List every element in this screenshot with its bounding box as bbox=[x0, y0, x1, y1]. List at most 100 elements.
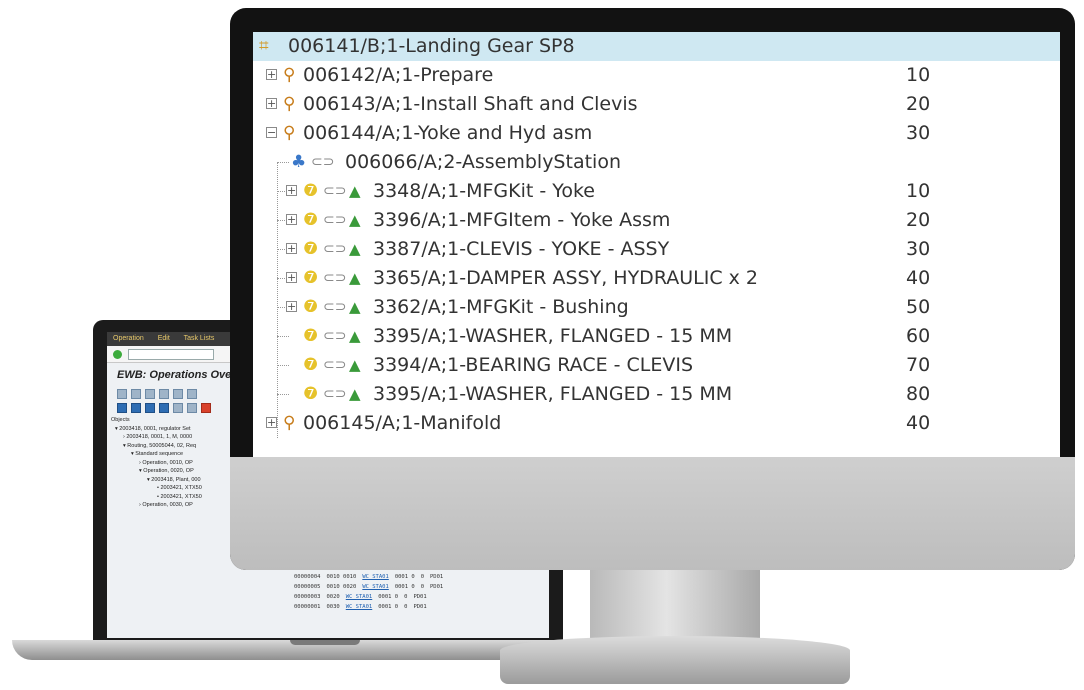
save-icon[interactable] bbox=[173, 389, 183, 399]
tree-row[interactable]: • 2003421, XTX50 bbox=[111, 493, 241, 502]
part-label: 3395/A;1-WASHER, FLANGED - 15 MM bbox=[373, 325, 733, 347]
tree-header: Objects bbox=[111, 417, 130, 423]
expand-icon[interactable]: + bbox=[286, 214, 297, 225]
layout-icon[interactable] bbox=[187, 403, 197, 413]
station-label: 006066/A;2-AssemblyStation bbox=[345, 151, 621, 173]
menu-edit[interactable]: Edit bbox=[158, 335, 170, 342]
tree-part[interactable]: ❼ ⊂⊃ ▲ 3394/A;1-BEARING RACE - CLEVIS 70 bbox=[253, 351, 1060, 380]
revision-triangle-icon: ▲ bbox=[349, 327, 361, 345]
tree-row[interactable]: › 2003418, 0001, 1, M, 0000 bbox=[111, 433, 241, 442]
tree-root[interactable]: ⌗ 006141/B;1-Landing Gear SP8 bbox=[253, 32, 1060, 61]
tree-row[interactable]: ▾ Routing, 50005044, 02, Req bbox=[111, 442, 241, 451]
table-cell: 0020 bbox=[326, 594, 340, 600]
operation-number: 30 bbox=[906, 122, 931, 144]
tree-operation[interactable]: − ⚲ 006144/A;1-Yoke and Hyd asm 30 bbox=[253, 119, 1060, 148]
tree-part[interactable]: + ❼ ⊂⊃ ▲ 3362/A;1-MFGKit - Bushing 50 bbox=[253, 293, 1060, 322]
table-cell: PD01 bbox=[413, 604, 427, 610]
menu-operation[interactable]: Operation bbox=[113, 335, 144, 342]
part-label: 3395/A;1-WASHER, FLANGED - 15 MM bbox=[373, 383, 733, 405]
check-icon[interactable] bbox=[113, 349, 122, 359]
monitor-chin bbox=[230, 457, 1075, 570]
tree-part[interactable]: + ❼ ⊂⊃ ▲ 3348/A;1-MFGKit - Yoke 10 bbox=[253, 177, 1060, 206]
expand-icon[interactable]: + bbox=[286, 272, 297, 283]
part-number: 10 bbox=[906, 180, 931, 202]
monitor-stand-base bbox=[500, 636, 850, 684]
material-icon: ❼ bbox=[303, 355, 319, 375]
table-cell: 0001 0 bbox=[394, 584, 415, 590]
collapse-icon[interactable]: − bbox=[266, 127, 277, 138]
help-icon[interactable] bbox=[201, 403, 211, 413]
revision-triangle-icon: ▲ bbox=[349, 298, 361, 316]
link-icon: ⊂⊃ bbox=[323, 299, 347, 315]
tree-part[interactable]: ❼ ⊂⊃ ▲ 3395/A;1-WASHER, FLANGED - 15 MM 80 bbox=[253, 380, 1060, 409]
filter-icon[interactable] bbox=[173, 403, 183, 413]
table-row[interactable]: 00000001 0030 WC_STA01 0001 0 0 PD01 bbox=[294, 602, 549, 612]
table-row[interactable]: 00000003 0020 WC_STA01 0001 0 0 PD01 bbox=[294, 592, 549, 602]
expand-icon[interactable]: + bbox=[266, 98, 277, 109]
expand-icon[interactable]: + bbox=[286, 243, 297, 254]
tree-operation[interactable]: + ⚲ 006143/A;1-Install Shaft and Clevis … bbox=[253, 90, 1060, 119]
table-cell: PD01 bbox=[430, 584, 444, 590]
table-cell: WC_STA01 bbox=[362, 574, 389, 580]
operation-number: 40 bbox=[906, 412, 931, 434]
command-field[interactable] bbox=[128, 348, 214, 360]
part-label: 3348/A;1-MFGKit - Yoke bbox=[373, 180, 595, 202]
tree-operation[interactable]: + ⚲ 006142/A;1-Prepare 10 bbox=[253, 61, 1060, 90]
delete-icon[interactable] bbox=[159, 389, 169, 399]
table-cell: 00000001 bbox=[294, 604, 321, 610]
expand-icon[interactable] bbox=[117, 403, 127, 413]
expand-icon[interactable]: + bbox=[286, 301, 297, 312]
tree-part[interactable]: + ❼ ⊂⊃ ▲ 3365/A;1-DAMPER ASSY, HYDRAULIC x 2… bbox=[253, 264, 1060, 293]
tree-operation[interactable]: + ⚲ 006145/A;1-Manifold 40 bbox=[253, 409, 1060, 438]
operation-icon: ⚲ bbox=[283, 123, 296, 143]
table-cell: 0010 0010 bbox=[326, 574, 357, 580]
tree-row[interactable]: ▾ 2003418, Plant, 000 bbox=[111, 476, 241, 485]
link-icon: ⊂⊃ bbox=[323, 183, 347, 199]
tree-row[interactable]: › Operation, 0030, OP bbox=[111, 501, 241, 510]
tree-connector bbox=[277, 162, 289, 163]
table-row[interactable]: 00000004 0010 0010 WC_STA01 0001 0 0 PD01 bbox=[294, 572, 549, 582]
material-icon: ❼ bbox=[303, 326, 319, 346]
material-icon: ❼ bbox=[303, 297, 319, 317]
table-cell: 00000003 bbox=[294, 594, 321, 600]
part-label: 3387/A;1-CLEVIS - YOKE - ASSY bbox=[373, 238, 670, 260]
tree-row[interactable]: ▾ Standard sequence bbox=[111, 450, 241, 459]
collapse-icon[interactable] bbox=[131, 403, 141, 413]
expand-icon[interactable]: + bbox=[286, 185, 297, 196]
part-number: 70 bbox=[906, 354, 931, 376]
tree-part[interactable]: + ❼ ⊂⊃ ▲ 3387/A;1-CLEVIS - YOKE - ASSY 30 bbox=[253, 235, 1060, 264]
menu-task-lists[interactable]: Task Lists bbox=[184, 335, 215, 342]
refresh-icon[interactable] bbox=[187, 389, 197, 399]
tree-root-label: 006141/B;1-Landing Gear SP8 bbox=[288, 35, 575, 57]
monitor-screen: ⌗ 006141/B;1-Landing Gear SP8 + ⚲ 006142… bbox=[253, 32, 1060, 457]
part-label: 3394/A;1-BEARING RACE - CLEVIS bbox=[373, 354, 694, 376]
tree-station[interactable]: ♣ ⊂⊃ 006066/A;2-AssemblyStation bbox=[253, 148, 1060, 177]
tree-row[interactable]: ▾ 2003418, 0001, regulator Set bbox=[111, 425, 241, 434]
edit-icon[interactable] bbox=[131, 389, 141, 399]
table-cell: 0 bbox=[404, 594, 408, 600]
operation-number: 20 bbox=[906, 93, 931, 115]
tree-row[interactable]: › Operation, 0010, OP bbox=[111, 459, 241, 468]
tree-row[interactable]: ▾ Operation, 0020, OP bbox=[111, 467, 241, 476]
operation-label: 006144/A;1-Yoke and Hyd asm bbox=[303, 122, 593, 144]
tree-part[interactable]: ❼ ⊂⊃ ▲ 3395/A;1-WASHER, FLANGED - 15 MM 60 bbox=[253, 322, 1060, 351]
table-cell: WC_STA01 bbox=[362, 584, 389, 590]
operation-icon: ⚲ bbox=[283, 65, 296, 85]
part-label: 3396/A;1-MFGItem - Yoke Assm bbox=[373, 209, 671, 231]
material-icon: ❼ bbox=[303, 239, 319, 259]
table-row[interactable]: 00000005 0010 0020 WC_STA01 0001 0 0 PD01 bbox=[294, 582, 549, 592]
part-number: 50 bbox=[906, 296, 931, 318]
next-icon[interactable] bbox=[159, 403, 169, 413]
new-icon[interactable] bbox=[117, 389, 127, 399]
copy-icon[interactable] bbox=[145, 389, 155, 399]
prev-icon[interactable] bbox=[145, 403, 155, 413]
link-icon: ⊂⊃ bbox=[323, 328, 347, 344]
material-icon: ❼ bbox=[303, 210, 319, 230]
expand-icon[interactable]: + bbox=[266, 417, 277, 428]
tree-row[interactable]: • 2003421, XTX50 bbox=[111, 484, 241, 493]
operation-label: 006142/A;1-Prepare bbox=[303, 64, 494, 86]
table-cell: 0001 0 bbox=[378, 604, 399, 610]
tree-part[interactable]: + ❼ ⊂⊃ ▲ 3396/A;1-MFGItem - Yoke Assm 20 bbox=[253, 206, 1060, 235]
link-icon: ⊂⊃ bbox=[323, 270, 347, 286]
expand-icon[interactable]: + bbox=[266, 69, 277, 80]
